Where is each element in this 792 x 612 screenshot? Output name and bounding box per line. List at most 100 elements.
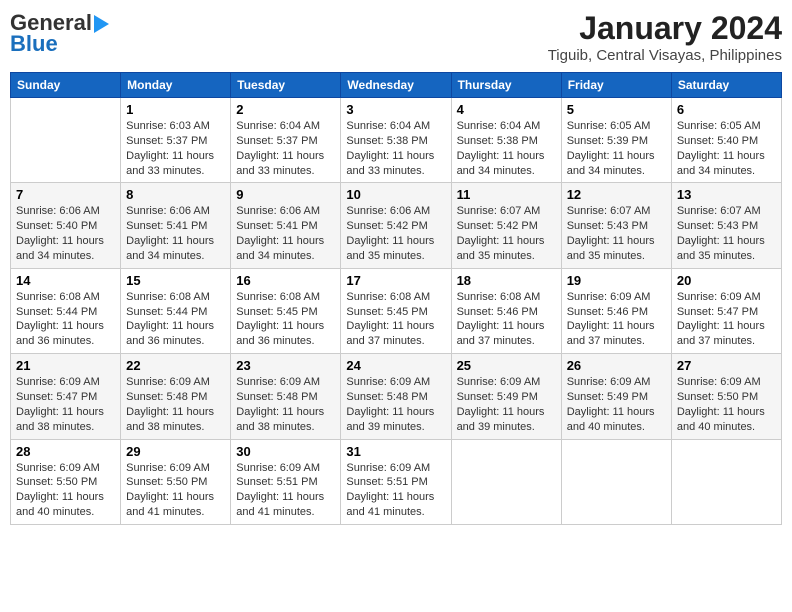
cell-info: Sunrise: 6:09 AMSunset: 5:48 PMDaylight:… — [236, 375, 335, 434]
day-number: 24 — [346, 358, 445, 373]
table-row: 9 Sunrise: 6:06 AMSunset: 5:41 PMDayligh… — [231, 183, 341, 268]
cell-info: Sunrise: 6:08 AMSunset: 5:46 PMDaylight:… — [457, 290, 556, 349]
col-tuesday: Tuesday — [231, 73, 341, 98]
day-number: 23 — [236, 358, 335, 373]
cell-info: Sunrise: 6:07 AMSunset: 5:43 PMDaylight:… — [567, 204, 666, 263]
day-number: 9 — [236, 187, 335, 202]
table-row — [561, 439, 671, 524]
cell-info: Sunrise: 6:04 AMSunset: 5:37 PMDaylight:… — [236, 119, 335, 178]
table-row: 15 Sunrise: 6:08 AMSunset: 5:44 PMDaylig… — [121, 268, 231, 353]
day-number: 5 — [567, 102, 666, 117]
day-number: 27 — [677, 358, 776, 373]
table-row: 21 Sunrise: 6:09 AMSunset: 5:47 PMDaylig… — [11, 354, 121, 439]
table-row: 25 Sunrise: 6:09 AMSunset: 5:49 PMDaylig… — [451, 354, 561, 439]
table-row: 17 Sunrise: 6:08 AMSunset: 5:45 PMDaylig… — [341, 268, 451, 353]
table-row: 12 Sunrise: 6:07 AMSunset: 5:43 PMDaylig… — [561, 183, 671, 268]
cell-info: Sunrise: 6:09 AMSunset: 5:47 PMDaylight:… — [16, 375, 115, 434]
cell-info: Sunrise: 6:05 AMSunset: 5:40 PMDaylight:… — [677, 119, 776, 178]
day-number: 1 — [126, 102, 225, 117]
table-row: 7 Sunrise: 6:06 AMSunset: 5:40 PMDayligh… — [11, 183, 121, 268]
table-row: 29 Sunrise: 6:09 AMSunset: 5:50 PMDaylig… — [121, 439, 231, 524]
table-row: 3 Sunrise: 6:04 AMSunset: 5:38 PMDayligh… — [341, 98, 451, 183]
table-row: 28 Sunrise: 6:09 AMSunset: 5:50 PMDaylig… — [11, 439, 121, 524]
day-number: 15 — [126, 273, 225, 288]
day-number: 29 — [126, 444, 225, 459]
cell-info: Sunrise: 6:05 AMSunset: 5:39 PMDaylight:… — [567, 119, 666, 178]
day-number: 6 — [677, 102, 776, 117]
cell-info: Sunrise: 6:04 AMSunset: 5:38 PMDaylight:… — [346, 119, 445, 178]
day-number: 26 — [567, 358, 666, 373]
cell-info: Sunrise: 6:09 AMSunset: 5:51 PMDaylight:… — [236, 461, 335, 520]
cell-info: Sunrise: 6:06 AMSunset: 5:40 PMDaylight:… — [16, 204, 115, 263]
table-row: 22 Sunrise: 6:09 AMSunset: 5:48 PMDaylig… — [121, 354, 231, 439]
table-row: 14 Sunrise: 6:08 AMSunset: 5:44 PMDaylig… — [11, 268, 121, 353]
day-number: 4 — [457, 102, 556, 117]
logo: General Blue — [10, 10, 109, 57]
table-row: 18 Sunrise: 6:08 AMSunset: 5:46 PMDaylig… — [451, 268, 561, 353]
table-row: 24 Sunrise: 6:09 AMSunset: 5:48 PMDaylig… — [341, 354, 451, 439]
day-number: 21 — [16, 358, 115, 373]
cell-info: Sunrise: 6:09 AMSunset: 5:48 PMDaylight:… — [346, 375, 445, 434]
cell-info: Sunrise: 6:06 AMSunset: 5:41 PMDaylight:… — [126, 204, 225, 263]
day-number: 28 — [16, 444, 115, 459]
day-number: 16 — [236, 273, 335, 288]
cell-info: Sunrise: 6:08 AMSunset: 5:44 PMDaylight:… — [126, 290, 225, 349]
cell-info: Sunrise: 6:03 AMSunset: 5:37 PMDaylight:… — [126, 119, 225, 178]
title-block: January 2024 Tiguib, Central Visayas, Ph… — [548, 10, 782, 64]
logo-chevron-icon — [94, 15, 109, 33]
day-number: 14 — [16, 273, 115, 288]
table-row: 5 Sunrise: 6:05 AMSunset: 5:39 PMDayligh… — [561, 98, 671, 183]
day-number: 17 — [346, 273, 445, 288]
table-row — [451, 439, 561, 524]
col-sunday: Sunday — [11, 73, 121, 98]
col-wednesday: Wednesday — [341, 73, 451, 98]
table-row: 31 Sunrise: 6:09 AMSunset: 5:51 PMDaylig… — [341, 439, 451, 524]
cell-info: Sunrise: 6:08 AMSunset: 5:45 PMDaylight:… — [346, 290, 445, 349]
header-row: Sunday Monday Tuesday Wednesday Thursday… — [11, 73, 782, 98]
table-row: 13 Sunrise: 6:07 AMSunset: 5:43 PMDaylig… — [671, 183, 781, 268]
table-row — [671, 439, 781, 524]
cell-info: Sunrise: 6:07 AMSunset: 5:42 PMDaylight:… — [457, 204, 556, 263]
table-row: 6 Sunrise: 6:05 AMSunset: 5:40 PMDayligh… — [671, 98, 781, 183]
table-row: 20 Sunrise: 6:09 AMSunset: 5:47 PMDaylig… — [671, 268, 781, 353]
day-number: 20 — [677, 273, 776, 288]
day-number: 2 — [236, 102, 335, 117]
cell-info: Sunrise: 6:08 AMSunset: 5:45 PMDaylight:… — [236, 290, 335, 349]
table-row: 10 Sunrise: 6:06 AMSunset: 5:42 PMDaylig… — [341, 183, 451, 268]
cell-info: Sunrise: 6:06 AMSunset: 5:42 PMDaylight:… — [346, 204, 445, 263]
day-number: 3 — [346, 102, 445, 117]
page-header: General Blue January 2024 Tiguib, Centra… — [10, 10, 782, 64]
cell-info: Sunrise: 6:07 AMSunset: 5:43 PMDaylight:… — [677, 204, 776, 263]
day-number: 25 — [457, 358, 556, 373]
cell-info: Sunrise: 6:09 AMSunset: 5:49 PMDaylight:… — [457, 375, 556, 434]
table-row: 11 Sunrise: 6:07 AMSunset: 5:42 PMDaylig… — [451, 183, 561, 268]
table-row — [11, 98, 121, 183]
day-number: 19 — [567, 273, 666, 288]
table-row: 27 Sunrise: 6:09 AMSunset: 5:50 PMDaylig… — [671, 354, 781, 439]
day-number: 11 — [457, 187, 556, 202]
cell-info: Sunrise: 6:09 AMSunset: 5:50 PMDaylight:… — [126, 461, 225, 520]
table-row: 16 Sunrise: 6:08 AMSunset: 5:45 PMDaylig… — [231, 268, 341, 353]
cell-info: Sunrise: 6:09 AMSunset: 5:50 PMDaylight:… — [16, 461, 115, 520]
table-row: 26 Sunrise: 6:09 AMSunset: 5:49 PMDaylig… — [561, 354, 671, 439]
table-row: 2 Sunrise: 6:04 AMSunset: 5:37 PMDayligh… — [231, 98, 341, 183]
cell-info: Sunrise: 6:09 AMSunset: 5:47 PMDaylight:… — [677, 290, 776, 349]
table-row: 4 Sunrise: 6:04 AMSunset: 5:38 PMDayligh… — [451, 98, 561, 183]
calendar-subtitle: Tiguib, Central Visayas, Philippines — [548, 47, 782, 64]
day-number: 10 — [346, 187, 445, 202]
cell-info: Sunrise: 6:09 AMSunset: 5:46 PMDaylight:… — [567, 290, 666, 349]
day-number: 31 — [346, 444, 445, 459]
table-row: 23 Sunrise: 6:09 AMSunset: 5:48 PMDaylig… — [231, 354, 341, 439]
cell-info: Sunrise: 6:09 AMSunset: 5:48 PMDaylight:… — [126, 375, 225, 434]
table-row: 30 Sunrise: 6:09 AMSunset: 5:51 PMDaylig… — [231, 439, 341, 524]
cell-info: Sunrise: 6:09 AMSunset: 5:49 PMDaylight:… — [567, 375, 666, 434]
day-number: 22 — [126, 358, 225, 373]
cell-info: Sunrise: 6:06 AMSunset: 5:41 PMDaylight:… — [236, 204, 335, 263]
logo-blue: Blue — [10, 31, 58, 56]
cell-info: Sunrise: 6:09 AMSunset: 5:50 PMDaylight:… — [677, 375, 776, 434]
table-row: 8 Sunrise: 6:06 AMSunset: 5:41 PMDayligh… — [121, 183, 231, 268]
day-number: 12 — [567, 187, 666, 202]
col-thursday: Thursday — [451, 73, 561, 98]
table-row: 19 Sunrise: 6:09 AMSunset: 5:46 PMDaylig… — [561, 268, 671, 353]
day-number: 8 — [126, 187, 225, 202]
